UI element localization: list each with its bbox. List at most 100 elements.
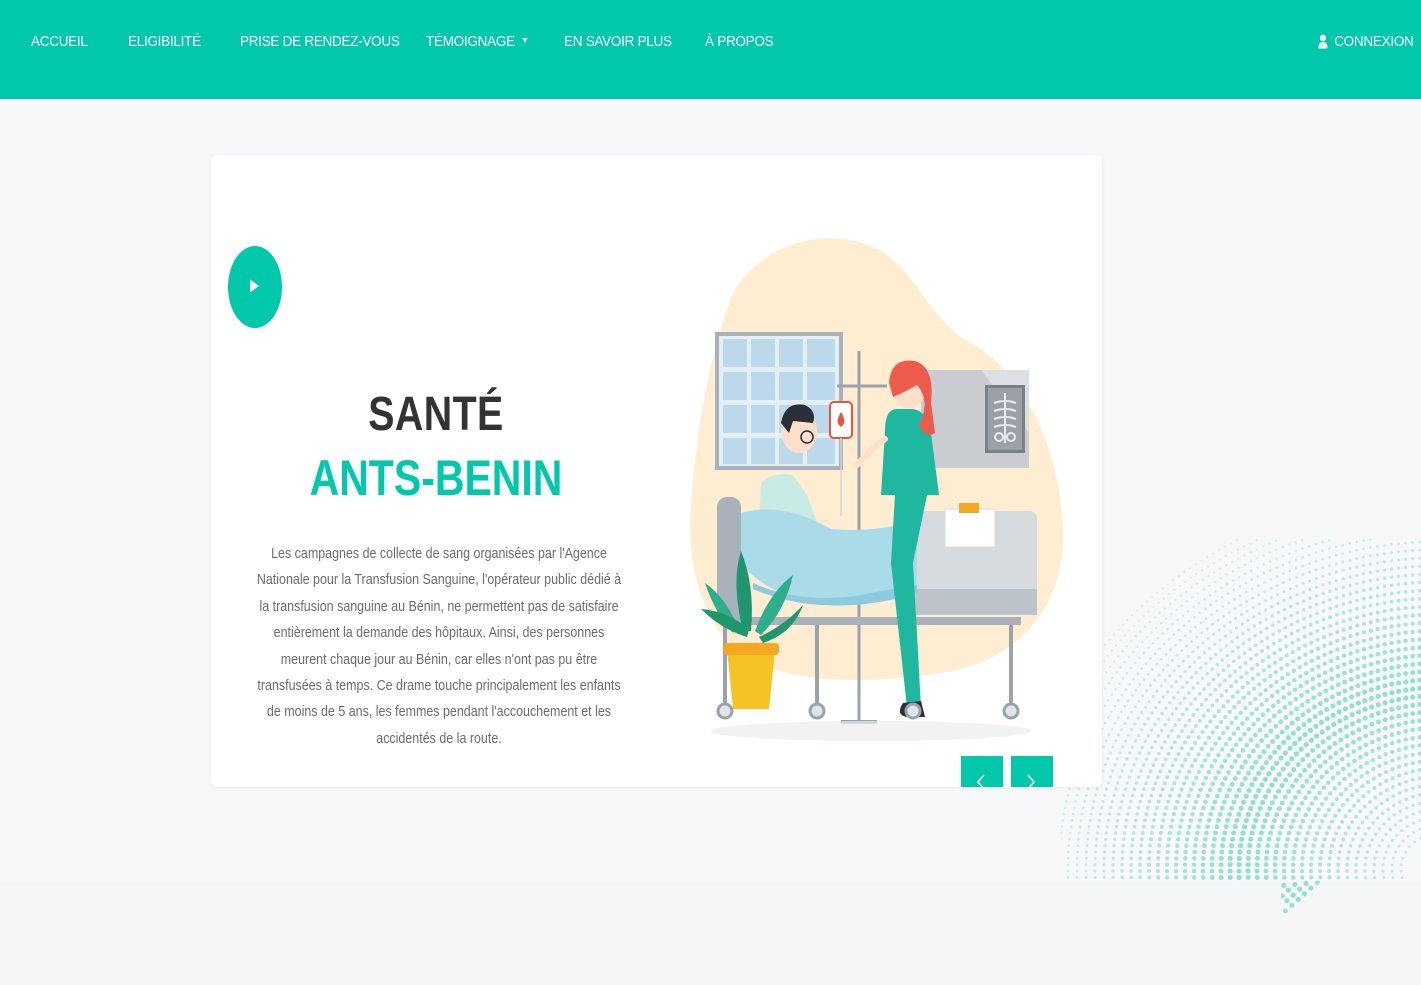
decorative-dot: [1361, 630, 1367, 635]
decorative-dot: [1397, 542, 1401, 546]
decorative-dot: [1334, 595, 1339, 600]
decorative-dot: [1209, 856, 1215, 861]
decorative-dot: [1348, 685, 1354, 691]
decorative-dot: [1381, 863, 1385, 867]
decorative-dot: [1123, 824, 1128, 829]
decorative-dot: [1242, 731, 1247, 737]
decorative-dot: [1296, 637, 1301, 642]
decorative-dot: [1166, 663, 1170, 667]
decorative-dot: [1410, 613, 1415, 618]
decorative-dot: [1264, 608, 1268, 612]
decorative-dot: [1291, 659, 1296, 664]
decorative-dot: [1234, 742, 1239, 747]
decorative-dot: [1173, 588, 1176, 591]
decorative-dot: [1396, 590, 1401, 595]
decorative-dot: [1270, 765, 1276, 771]
nav-item-accueil[interactable]: ACCUEIL: [31, 33, 88, 50]
decorative-dot: [1240, 799, 1247, 805]
decorative-dot: [1258, 692, 1263, 697]
decorative-dot: [1212, 632, 1216, 636]
decorative-dot: [1307, 562, 1311, 566]
decorative-dot: [1219, 693, 1224, 698]
decorative-dot: [1150, 631, 1153, 634]
decorative-dot: [1382, 876, 1386, 880]
nav-item-a-propos[interactable]: À PROPOS: [705, 33, 774, 50]
decorative-dot: [1400, 876, 1404, 880]
decorative-dot: [1348, 608, 1353, 613]
decorative-dot: [1209, 764, 1214, 769]
decorative-dot: [1147, 700, 1151, 704]
decorative-dot: [1245, 874, 1251, 881]
decorative-dot: [1306, 708, 1312, 714]
decorative-dot: [1343, 814, 1348, 819]
decorative-dot: [1284, 644, 1289, 649]
decorative-dot: [1098, 812, 1102, 816]
decorative-dot: [1270, 703, 1276, 709]
decorative-dot: [1328, 850, 1333, 854]
decorative-dot: [1147, 610, 1150, 613]
decorative-dot: [1336, 862, 1340, 867]
decorative-dot: [1204, 617, 1208, 621]
decorative-dot: [1396, 631, 1401, 636]
decorative-dot: [1145, 635, 1149, 639]
decorative-dot: [1174, 775, 1179, 780]
decorative-dot: [1234, 715, 1239, 720]
decorative-dot: [1201, 578, 1204, 581]
decorative-dot: [1417, 637, 1421, 642]
decorative-dot: [1368, 595, 1373, 600]
decorative-dot: [1281, 862, 1287, 867]
decorative-dot: [1404, 797, 1409, 801]
decorative-dot: [1303, 661, 1308, 667]
decorative-dot: [1294, 566, 1298, 570]
decorative-dot: [1277, 709, 1282, 714]
carousel-prev-button[interactable]: [961, 756, 1003, 787]
decorative-dot: [1140, 667, 1144, 670]
decorative-dot: [1159, 684, 1163, 688]
decorative-dot: [1190, 812, 1195, 817]
decorative-dot: [1273, 660, 1277, 665]
decorative-dot: [1121, 793, 1126, 797]
decorative-dot: [1362, 588, 1366, 593]
decorative-dot: [1198, 611, 1202, 615]
play-video-button[interactable]: [228, 246, 282, 328]
decorative-dot: [1230, 836, 1236, 842]
decorative-dot: [1162, 597, 1165, 600]
decorative-dot: [1100, 806, 1104, 810]
nav-item-prise-de-rendez-vous[interactable]: PRISE DE RENDEZ-VOUS: [240, 33, 400, 50]
nav-item-temoignage-dropdown[interactable]: TÉMOIGNAGE: [426, 33, 528, 50]
decorative-dot: [1136, 609, 1139, 612]
decorative-dot: [1341, 585, 1345, 589]
decorative-dot: [1369, 546, 1373, 550]
decorative-dot: [1176, 690, 1180, 695]
decorative-dot: [1134, 688, 1138, 692]
decorative-dot: [1260, 824, 1266, 830]
decorative-dot: [1171, 812, 1176, 817]
nav-item-en-savoir-plus[interactable]: EN SAVOIR PLUS: [564, 33, 672, 50]
decorative-dot: [1236, 868, 1242, 874]
decorative-dot: [1373, 832, 1378, 836]
decorative-dot: [1175, 653, 1179, 657]
decorative-dot: [1320, 739, 1326, 745]
decorative-dot: [1274, 679, 1279, 685]
decorative-dot: [1137, 619, 1140, 623]
decorative-dot: [1342, 706, 1349, 712]
decorative-dot: [1124, 818, 1129, 823]
nav-item-eligibilite[interactable]: ELIGIBILITÉ: [128, 33, 201, 50]
decorative-dot: [1368, 611, 1373, 616]
decorative-dot: [1318, 710, 1324, 716]
decorative-dot: [1254, 855, 1260, 861]
decorative-dot: [1243, 759, 1248, 765]
decorative-dot: [1411, 786, 1415, 791]
decorative-dot: [1251, 824, 1257, 830]
decorative-dot-pattern-lower: [1281, 881, 1320, 914]
decorative-dot: [1197, 601, 1201, 605]
decorative-dot: [1163, 679, 1167, 683]
login-link[interactable]: CONNEXION: [1318, 33, 1414, 50]
decorative-dot: [1170, 763, 1175, 768]
decorative-dot: [1140, 728, 1144, 732]
decorative-dot: [1348, 651, 1353, 656]
decorative-dot: [1368, 695, 1374, 701]
decorative-dot: [1267, 718, 1272, 723]
decorative-dot: [1149, 728, 1154, 732]
carousel-next-button[interactable]: [1011, 756, 1053, 787]
